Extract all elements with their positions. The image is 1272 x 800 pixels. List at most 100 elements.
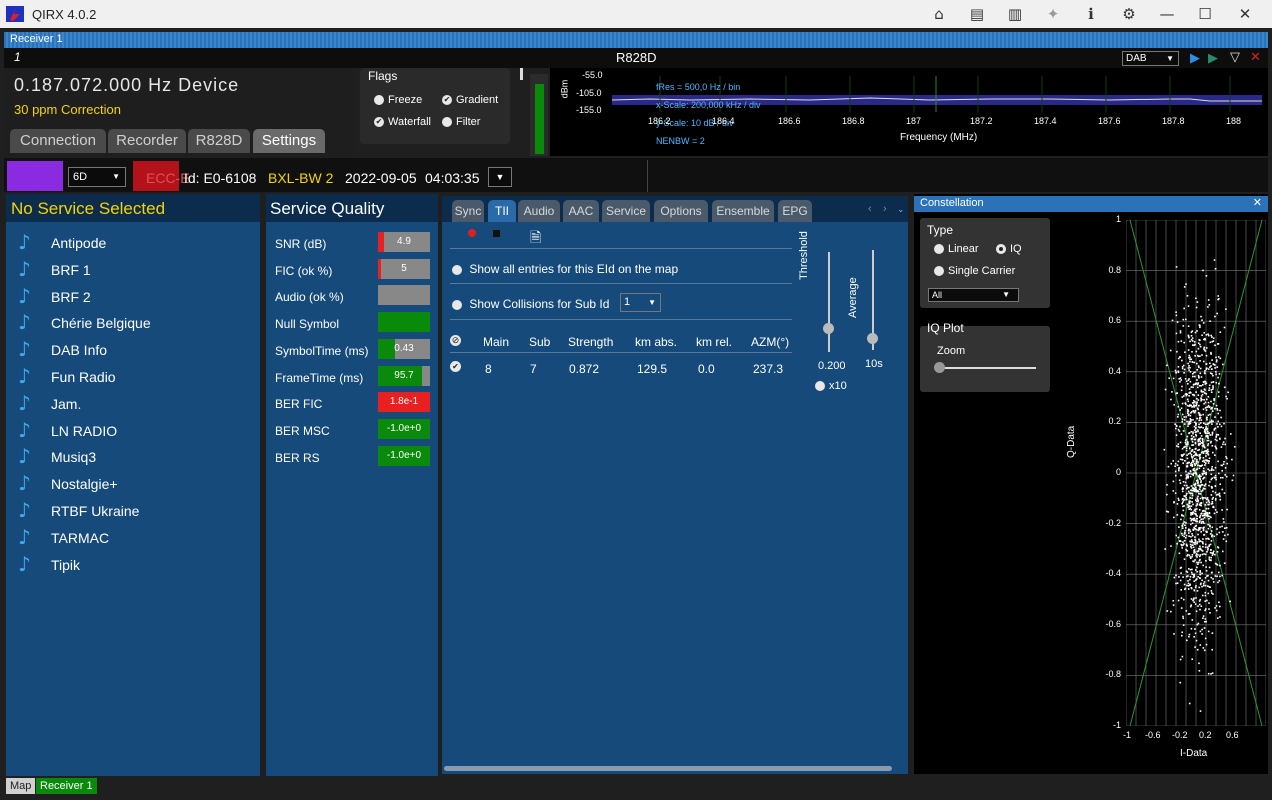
bottom-bar [0, 776, 1272, 800]
filter-option[interactable]: Filter [442, 116, 480, 128]
list-item[interactable]: ♪ BRF 1 [14, 257, 254, 283]
list-item[interactable]: ♪ BRF 2 [14, 284, 254, 310]
stop-icon[interactable] [493, 230, 500, 237]
filter-radio[interactable] [442, 117, 452, 128]
data-point [1178, 576, 1180, 578]
list-item[interactable]: ♪ RTBF Ukraine [14, 498, 254, 524]
list-item[interactable]: ♪ Musiq3 [14, 444, 254, 470]
data-point [1222, 443, 1224, 446]
select-all-check-icon[interactable]: ⊘ [450, 335, 461, 346]
check-icon[interactable]: ✔ [442, 95, 452, 106]
minimize-icon[interactable]: — [1156, 4, 1178, 24]
show-collisions-option[interactable]: Show Collisions for Sub Id [452, 297, 609, 311]
data-point [1186, 498, 1188, 501]
list-item[interactable]: ♪ TARMAC [14, 525, 254, 551]
average-slider-handle[interactable] [867, 333, 878, 344]
tab-receiver-1[interactable]: Receiver 1 [36, 778, 97, 794]
tab-map[interactable]: Map [6, 778, 36, 794]
close-icon[interactable]: ✕ [1234, 4, 1256, 24]
show-collisions-radio[interactable] [452, 299, 462, 310]
maximize-icon[interactable]: ☐ [1194, 4, 1216, 24]
data-point [1189, 578, 1191, 581]
freeze-option[interactable]: Freeze [374, 94, 422, 106]
home-icon[interactable]: ⌂ [928, 4, 950, 24]
data-point [1200, 481, 1202, 484]
tab-sync[interactable]: Sync [452, 200, 484, 222]
tabs-menu-icon[interactable]: ⌄ [897, 204, 905, 215]
tab-service[interactable]: Service [602, 200, 650, 222]
list-item[interactable]: ♪ Chérie Belgique [14, 310, 254, 336]
splitter-handle[interactable] [520, 68, 523, 80]
filter-label: Filter [456, 116, 481, 128]
check-icon[interactable]: ✔ [374, 117, 384, 128]
constellation-y-tick: 0.4 [1108, 365, 1121, 376]
list-item[interactable]: ♪ Nostalgie+ [14, 471, 254, 497]
tab-options[interactable]: Options [654, 200, 708, 222]
iq-option[interactable]: IQ [996, 243, 1022, 255]
divider [647, 160, 648, 192]
data-point [1177, 599, 1180, 602]
freeze-radio[interactable] [374, 95, 384, 106]
satellite-icon[interactable]: ✦ [1042, 4, 1064, 24]
data-point [1203, 446, 1206, 449]
show-all-option[interactable]: Show all entries for this EId on the map [452, 262, 678, 276]
spectrum-nenbw: NENBW = 2 [656, 136, 705, 146]
close-icon[interactable]: ✕ [1253, 196, 1262, 209]
info-icon[interactable]: ℹ [1080, 4, 1102, 24]
sub-id-select[interactable]: 1 ▼ [620, 293, 661, 312]
data-point [1176, 503, 1179, 505]
carrier-select[interactable]: All ▼ [928, 288, 1019, 302]
list-item[interactable]: ♪ LN RADIO [14, 418, 254, 444]
tab-recorder[interactable]: Recorder [108, 129, 186, 153]
collapse-icon[interactable]: ▽ [1230, 49, 1240, 65]
list-item[interactable]: ♪ Tipik [14, 552, 254, 578]
x10-radio[interactable] [815, 381, 825, 392]
list-item[interactable]: ♪ Fun Radio [14, 364, 254, 390]
tab-r828d[interactable]: R828D [188, 129, 250, 153]
threshold-slider-track[interactable] [828, 252, 830, 352]
mode-select[interactable]: DAB ▼ [1122, 51, 1179, 66]
data-point [1219, 498, 1222, 501]
scroll-left-icon[interactable]: ‹ [868, 203, 872, 215]
iq-radio[interactable] [996, 244, 1006, 255]
gear-icon[interactable]: ⚙ [1118, 4, 1140, 24]
play-icon[interactable]: ▶ [1190, 50, 1200, 66]
list-item[interactable]: ♪ Antipode [14, 230, 254, 256]
data-point [1186, 457, 1189, 460]
horizontal-scrollbar[interactable] [444, 766, 892, 771]
linear-radio[interactable] [934, 244, 944, 255]
quality-bar-fill [378, 258, 381, 279]
tab-settings[interactable]: Settings [253, 129, 325, 153]
record-icon[interactable] [468, 229, 476, 237]
tab-ensemble[interactable]: Ensemble [712, 200, 774, 222]
tab-connection[interactable]: Connection [10, 129, 106, 153]
data-point [1214, 474, 1217, 477]
channel-select[interactable]: 6D ▼ [68, 167, 126, 187]
data-point [1186, 639, 1188, 642]
scroll-right-icon[interactable]: › [883, 203, 887, 215]
waterfall-option[interactable]: ✔ Waterfall [374, 116, 431, 128]
zoom-slider-handle[interactable] [934, 362, 945, 373]
list-item[interactable]: ♪ DAB Info [14, 337, 254, 363]
threshold-slider-handle[interactable] [823, 323, 834, 334]
layout-icon[interactable]: ▤ [966, 4, 988, 24]
x10-option[interactable]: x10 [815, 380, 847, 392]
row-check-icon[interactable]: ✔ [450, 361, 461, 372]
info-dropdown-button[interactable]: ▼ [488, 167, 512, 187]
show-all-radio[interactable] [452, 264, 462, 275]
quality-value: 5 [401, 262, 407, 274]
close-receiver-icon[interactable]: ✕ [1250, 49, 1261, 65]
tab-aac[interactable]: AAC [563, 200, 599, 222]
single-carrier-option[interactable]: Single Carrier [934, 265, 1015, 277]
tab-tii[interactable]: TII [488, 200, 516, 222]
map-icon[interactable]: ▥ [1004, 4, 1026, 24]
gradient-option[interactable]: ✔ Gradient [442, 94, 498, 106]
single-carrier-radio[interactable] [934, 266, 944, 277]
list-item[interactable]: ♪ Jam. [14, 391, 254, 417]
linear-option[interactable]: Linear [934, 243, 979, 255]
data-point [1205, 426, 1207, 428]
tab-audio[interactable]: Audio [518, 200, 560, 222]
zoom-slider-track[interactable] [936, 367, 1036, 369]
play-next-icon[interactable]: ▶ [1208, 50, 1218, 66]
data-point [1185, 416, 1187, 418]
